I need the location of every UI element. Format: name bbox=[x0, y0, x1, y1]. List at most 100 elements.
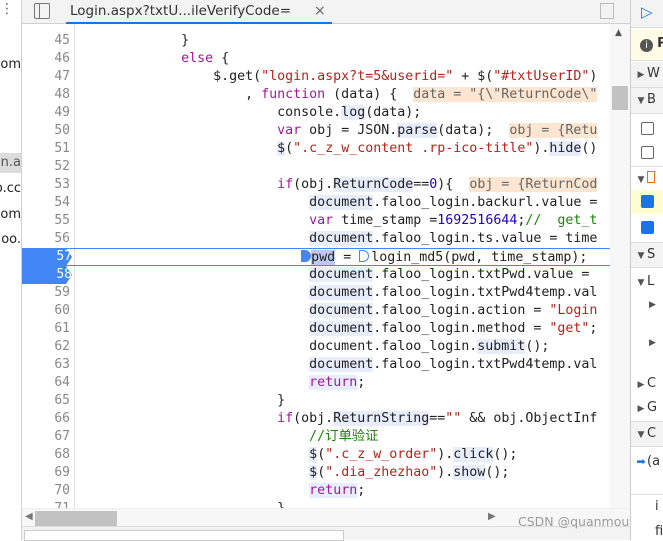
code-token: obj = JSON. bbox=[301, 123, 398, 138]
section-label: B bbox=[647, 92, 656, 107]
code-line[interactable]: } bbox=[22, 500, 610, 508]
highlighted-token: show bbox=[453, 465, 486, 480]
scope-closure[interactable]: ▶ C bbox=[631, 372, 663, 398]
code-line[interactable]: document.faloo_login.backurl.value = bbox=[22, 194, 610, 212]
code-line[interactable] bbox=[22, 158, 610, 176]
close-tab-icon[interactable]: × bbox=[314, 0, 326, 22]
code-text: //订单验证 bbox=[77, 428, 378, 446]
keyword: if bbox=[277, 177, 294, 192]
file-item[interactable]: oo. bbox=[0, 230, 21, 250]
string: ".dia_zhezhao" bbox=[325, 465, 438, 480]
section-breakpoints[interactable]: ▼ B bbox=[631, 88, 663, 114]
section-call-stack[interactable]: ▼ C bbox=[631, 421, 663, 447]
code-line[interactable]: document.faloo_login.txtPwd4temp.val bbox=[22, 356, 610, 374]
code-line[interactable]: return; bbox=[22, 374, 610, 392]
code-line[interactable]: document.faloo_login.ts.value = time bbox=[22, 230, 610, 248]
code-line[interactable]: } bbox=[22, 392, 610, 410]
code-text: $.get("login.aspx?t=5&userid=" + $("#txt… bbox=[77, 68, 597, 86]
code-line[interactable]: document.faloo_login.txtPwd.value = bbox=[22, 266, 610, 284]
code-line[interactable]: if(obj.ReturnString=="" && obj.ObjectInf bbox=[22, 410, 610, 428]
code-line[interactable]: else { bbox=[22, 50, 610, 68]
list-item[interactable]: i bbox=[631, 494, 663, 520]
file-item-selected[interactable]: in.a bbox=[0, 153, 21, 173]
scope-label: L bbox=[647, 274, 655, 289]
collapse-icon: ▼ bbox=[637, 430, 645, 440]
code-line[interactable]: $.get("login.aspx?t=5&userid=" + $("#txt… bbox=[22, 68, 610, 86]
code-line[interactable]: document.faloo_login.action = "Login bbox=[22, 302, 610, 320]
code-line[interactable]: //订单验证 bbox=[22, 428, 610, 446]
scroll-thumb[interactable] bbox=[612, 86, 628, 110]
highlighted-token: document bbox=[309, 267, 374, 282]
file-item[interactable]: o.cc bbox=[0, 179, 21, 199]
code-token: ( bbox=[317, 447, 326, 462]
collapse-icon: ▼ bbox=[637, 96, 645, 106]
code-editor[interactable]: 45 46 47 48 49 50 51 52 53 54 55 56 57 58 59 60 61 62 63 64… bbox=[22, 24, 630, 508]
highlighted-token: ReturnCode bbox=[333, 177, 414, 192]
code-token: .faloo_login.txtPwd4temp.val bbox=[373, 357, 598, 372]
code-line[interactable]: $(".c_z_w_order").click(); bbox=[22, 446, 610, 464]
code-token: .faloo_login.method = bbox=[373, 321, 550, 336]
keyword: function bbox=[261, 87, 326, 102]
checkbox[interactable] bbox=[641, 146, 654, 159]
code-line[interactable]: console.log(data); bbox=[22, 104, 610, 122]
search-box[interactable] bbox=[24, 530, 344, 541]
code-text: return; bbox=[77, 374, 365, 392]
code-line[interactable]: document.faloo_login.submit(); bbox=[22, 338, 610, 356]
section-label: S bbox=[647, 247, 656, 262]
string: "Login bbox=[549, 303, 598, 318]
code-token: (obj. bbox=[293, 177, 334, 192]
highlighted-token: document bbox=[309, 321, 374, 336]
code-line[interactable]: , function (data) { data = "{\"ReturnCod… bbox=[22, 86, 610, 104]
current-frame-icon: ➡ bbox=[636, 455, 646, 468]
toggle-navigator-icon[interactable] bbox=[34, 3, 50, 19]
code-token: = bbox=[335, 250, 360, 265]
scope-item[interactable]: ▶ bbox=[631, 330, 663, 356]
scope-item[interactable]: ▶ bbox=[631, 292, 663, 318]
breakpoint-file[interactable]: ▼ bbox=[631, 166, 663, 192]
scroll-right-icon[interactable]: ▶ bbox=[488, 511, 496, 522]
vertical-scrollbar[interactable]: ▲ ▼ bbox=[610, 24, 630, 508]
code-line[interactable]: var time_stamp =1692516644;// get_t bbox=[22, 212, 610, 230]
section-watch[interactable]: ▶ W bbox=[631, 62, 663, 88]
scroll-thumb[interactable] bbox=[35, 511, 117, 526]
code-token: .faloo_login.backurl.value = bbox=[373, 195, 598, 210]
code-line[interactable]: return; bbox=[22, 482, 610, 500]
checkbox[interactable] bbox=[641, 122, 654, 135]
section-scope[interactable]: ▼ S bbox=[631, 242, 663, 268]
checkbox-checked[interactable] bbox=[641, 195, 654, 208]
code-line[interactable]: $(".dia_zhezhao").show(); bbox=[22, 464, 610, 482]
resume-icon[interactable]: ▷ bbox=[641, 0, 653, 24]
checkbox-checked[interactable] bbox=[641, 221, 654, 234]
code-line[interactable]: document.faloo_login.method = "get"; bbox=[22, 320, 610, 338]
list-item[interactable]: fi bbox=[631, 520, 663, 540]
code-token: ( bbox=[285, 141, 294, 156]
execution-pointer-icon[interactable] bbox=[301, 250, 312, 262]
scroll-up-icon[interactable]: ▲ bbox=[615, 28, 622, 38]
more-icon[interactable]: ⋮ bbox=[0, 2, 14, 16]
tab-login-aspx[interactable]: Login.aspx?txtU...ileVerifyCode= bbox=[66, 0, 332, 24]
file-item[interactable]: om bbox=[0, 205, 21, 225]
toggle-debugger-icon[interactable] bbox=[600, 3, 614, 19]
code-text: if(obj.ReturnCode==0){ obj = {ReturnCod bbox=[77, 176, 598, 194]
scope-global[interactable]: ▶ G bbox=[631, 396, 663, 422]
code-line[interactable]: $(".c_z_w_content .rp-ico-title").hide() bbox=[22, 140, 610, 158]
code-text: } bbox=[77, 500, 285, 508]
call-frame[interactable]: ➡(a bbox=[631, 450, 663, 476]
code-text: , function (data) { data = "{\"ReturnCod… bbox=[77, 86, 598, 104]
scroll-left-icon[interactable]: ◀ bbox=[25, 511, 33, 522]
code-line[interactable]: var obj = JSON.parse(data); obj = {Retu bbox=[22, 122, 610, 140]
code-line[interactable]: } bbox=[22, 32, 610, 50]
inline-breakpoint-icon[interactable] bbox=[359, 250, 370, 262]
current-execution-line[interactable]: pwd = login_md5(pwd, time_stamp); bbox=[22, 248, 610, 266]
comment: //订单验证 bbox=[309, 429, 379, 444]
code-line[interactable]: if(obj.ReturnCode==0){ obj = {ReturnCod bbox=[22, 176, 610, 194]
file-icon bbox=[647, 171, 655, 183]
code-token: , bbox=[77, 87, 262, 102]
highlighted-token: document bbox=[309, 195, 374, 210]
highlighted-token: $ bbox=[309, 447, 318, 462]
file-item[interactable]: com bbox=[0, 55, 21, 75]
code-line[interactable]: document.faloo_login.txtPwd4temp.val bbox=[22, 284, 610, 302]
